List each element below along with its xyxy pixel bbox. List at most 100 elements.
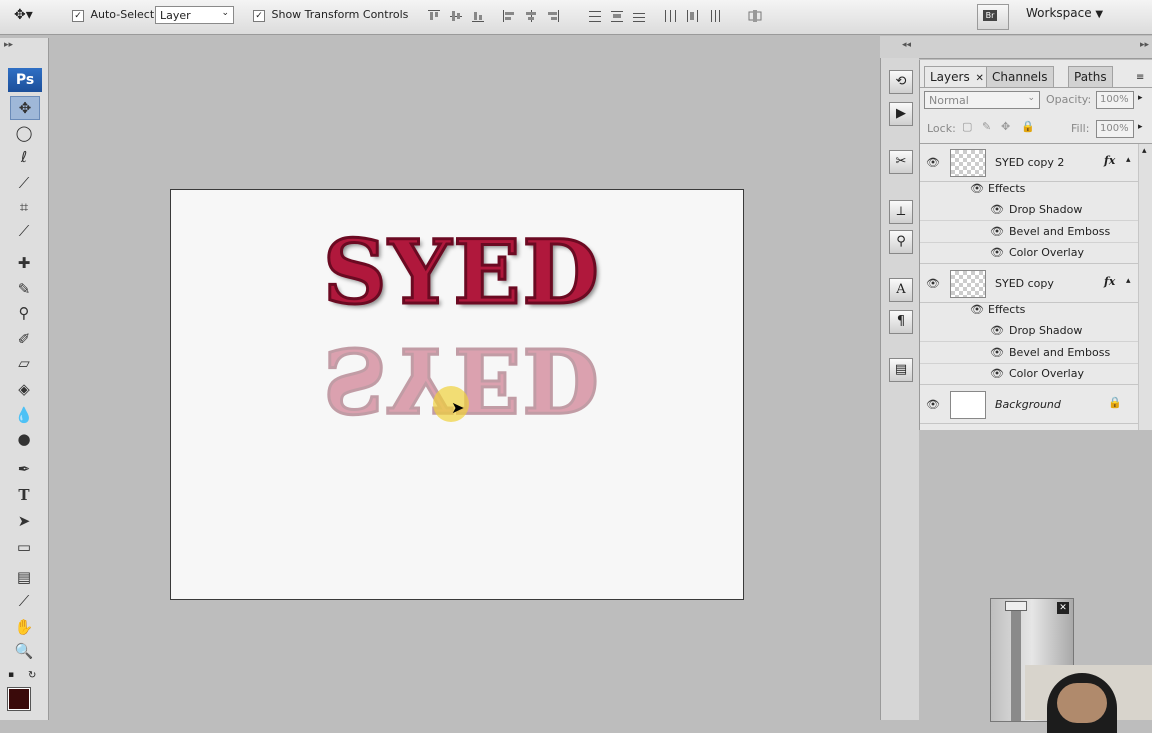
- layer-name[interactable]: SYED copy 2: [995, 156, 1064, 169]
- eyedropper-tool-icon[interactable]: ⟋: [10, 220, 38, 242]
- expand-effects-icon[interactable]: ▴: [1126, 276, 1131, 286]
- lock-position-icon[interactable]: ✥: [1001, 120, 1010, 133]
- tab-channels[interactable]: Channels: [986, 66, 1054, 87]
- effect-row-drop-shadow[interactable]: 👁 Drop Shadow: [920, 320, 1138, 342]
- hand-tool-icon[interactable]: ✋: [10, 616, 38, 638]
- notes-tool-icon[interactable]: ▤: [10, 566, 38, 588]
- workspace-menu[interactable]: Workspace ▼: [1026, 6, 1103, 20]
- effects-row[interactable]: 👁 Effects: [920, 299, 1138, 320]
- scroll-up-icon[interactable]: ▴: [1142, 146, 1147, 156]
- effect-eye-icon[interactable]: 👁: [990, 320, 1004, 341]
- toolbox-collapse-icon[interactable]: ▸▸: [4, 40, 13, 50]
- distribute-bottom-icon[interactable]: [631, 8, 647, 24]
- effect-eye-icon[interactable]: 👁: [990, 242, 1004, 263]
- effect-row-bevel-emboss[interactable]: 👁 Bevel and Emboss: [920, 221, 1138, 243]
- swap-colors-icon[interactable]: ↻: [28, 670, 36, 681]
- layers-scrollbar[interactable]: ▴: [1138, 144, 1152, 430]
- fill-arrow-icon[interactable]: ▸: [1138, 122, 1143, 132]
- show-transform-checkbox[interactable]: ✓: [253, 10, 265, 22]
- eyedropper-tool-2-icon[interactable]: ⟋: [10, 590, 38, 612]
- ellipse-marquee-tool-icon[interactable]: ◯: [10, 122, 38, 144]
- effect-eye-icon[interactable]: 👁: [990, 199, 1004, 220]
- effect-row-color-overlay[interactable]: 👁 Color Overlay: [920, 242, 1138, 264]
- align-top-icon[interactable]: [426, 8, 442, 24]
- close-icon[interactable]: ✕: [976, 73, 984, 84]
- lock-all-icon[interactable]: 🔒: [1021, 120, 1035, 133]
- visibility-eye-icon[interactable]: 👁: [926, 398, 940, 411]
- path-selection-tool-icon[interactable]: ➤: [10, 510, 38, 532]
- paragraph-panel-icon[interactable]: ¶: [889, 310, 913, 334]
- effect-row-drop-shadow[interactable]: 👁 Drop Shadow: [920, 199, 1138, 221]
- align-vcenter-icon[interactable]: [448, 8, 464, 24]
- layer-row-syed-copy-2[interactable]: 👁 SYED copy 2 fx ▴: [920, 144, 1138, 182]
- zoom-tool-icon[interactable]: 🔍: [10, 640, 38, 662]
- layer-name[interactable]: Background: [995, 398, 1061, 411]
- effects-row[interactable]: 👁 Effects: [920, 178, 1138, 199]
- distribute-hcenter-icon[interactable]: [684, 8, 700, 24]
- auto-select-dropdown[interactable]: Layer ⌄: [155, 6, 234, 24]
- history-brush-tool-icon[interactable]: ✐: [10, 328, 38, 350]
- brush-tool-icon[interactable]: ✎: [10, 278, 38, 300]
- effect-eye-icon[interactable]: 👁: [990, 221, 1004, 242]
- blend-mode-dropdown[interactable]: Normal ⌄: [924, 91, 1040, 109]
- expand-effects-icon[interactable]: ▴: [1126, 155, 1131, 165]
- align-left-icon[interactable]: [501, 8, 517, 24]
- tools-presets-icon[interactable]: ✂: [889, 150, 913, 174]
- align-hcenter-icon[interactable]: [523, 8, 539, 24]
- character-panel-icon[interactable]: A: [889, 278, 913, 302]
- default-colors-icon[interactable]: ▪: [8, 670, 14, 680]
- lock-transparent-icon[interactable]: ▢: [962, 120, 972, 133]
- tab-paths[interactable]: Paths: [1068, 66, 1113, 87]
- actions-panel-icon[interactable]: ▶: [889, 102, 913, 126]
- effect-row-color-overlay[interactable]: 👁 Color Overlay: [920, 363, 1138, 385]
- layer-row-background[interactable]: 👁 Background 🔒: [920, 386, 1138, 424]
- brushes-panel-icon[interactable]: ⟂: [889, 200, 913, 224]
- effects-eye-icon[interactable]: 👁: [970, 299, 984, 320]
- visibility-eye-icon[interactable]: 👁: [926, 277, 940, 290]
- crop-tool-icon[interactable]: ⌗: [10, 196, 38, 218]
- tab-layers[interactable]: Layers ✕: [924, 66, 990, 87]
- align-right-icon[interactable]: [545, 8, 561, 24]
- paint-bucket-tool-icon[interactable]: ◈: [10, 378, 38, 400]
- layer-name[interactable]: SYED copy: [995, 277, 1054, 290]
- blur-tool-icon[interactable]: 💧: [10, 404, 38, 426]
- fill-input[interactable]: 100%: [1096, 120, 1134, 138]
- visibility-eye-icon[interactable]: 👁: [926, 156, 940, 169]
- distribute-right-icon[interactable]: [706, 8, 722, 24]
- close-icon[interactable]: ✕: [1057, 602, 1069, 614]
- fx-icon[interactable]: fx: [1104, 275, 1115, 288]
- quick-selection-tool-icon[interactable]: ⟋: [10, 172, 38, 194]
- move-tool-icon[interactable]: ✥: [10, 96, 40, 120]
- healing-brush-tool-icon[interactable]: ✚: [10, 252, 38, 274]
- effect-eye-icon[interactable]: 👁: [990, 363, 1004, 384]
- eraser-tool-icon[interactable]: ▱: [10, 352, 38, 374]
- document-canvas[interactable]: SYED SYED ➤: [170, 189, 744, 600]
- opacity-arrow-icon[interactable]: ▸: [1138, 93, 1143, 103]
- auto-align-icon[interactable]: [747, 8, 763, 24]
- distribute-vcenter-icon[interactable]: [609, 8, 625, 24]
- foreground-color-swatch[interactable]: [7, 687, 31, 711]
- pen-tool-icon[interactable]: ✒: [10, 458, 38, 480]
- type-tool-icon[interactable]: T: [10, 484, 38, 506]
- effect-row-bevel-emboss[interactable]: 👁 Bevel and Emboss: [920, 342, 1138, 364]
- collapse-panels-icon[interactable]: ◂◂: [902, 40, 911, 50]
- expand-panels-icon[interactable]: ▸▸: [1140, 40, 1149, 50]
- lasso-tool-icon[interactable]: ℓ: [10, 146, 38, 168]
- move-tool-preset-icon[interactable]: ✥▾: [14, 7, 44, 27]
- align-bottom-icon[interactable]: [470, 8, 486, 24]
- effect-eye-icon[interactable]: 👁: [990, 342, 1004, 363]
- lock-image-icon[interactable]: ✎: [982, 120, 991, 133]
- notes-panel-icon[interactable]: ▤: [889, 358, 913, 382]
- panel-menu-icon[interactable]: ≡: [1136, 72, 1144, 83]
- floating-panel-slider-handle[interactable]: [1005, 601, 1027, 611]
- distribute-top-icon[interactable]: [587, 8, 603, 24]
- fx-icon[interactable]: fx: [1104, 154, 1115, 167]
- clone-source-icon[interactable]: ⚲: [889, 230, 913, 254]
- layer-row-syed-copy[interactable]: 👁 SYED copy fx ▴: [920, 265, 1138, 303]
- history-panel-icon[interactable]: ⟲: [889, 70, 913, 94]
- opacity-input[interactable]: 100%: [1096, 91, 1134, 109]
- bridge-button[interactable]: Br: [977, 4, 1009, 30]
- clone-stamp-tool-icon[interactable]: ⚲: [10, 302, 38, 324]
- rectangle-tool-icon[interactable]: ▭: [10, 536, 38, 558]
- distribute-left-icon[interactable]: [662, 8, 678, 24]
